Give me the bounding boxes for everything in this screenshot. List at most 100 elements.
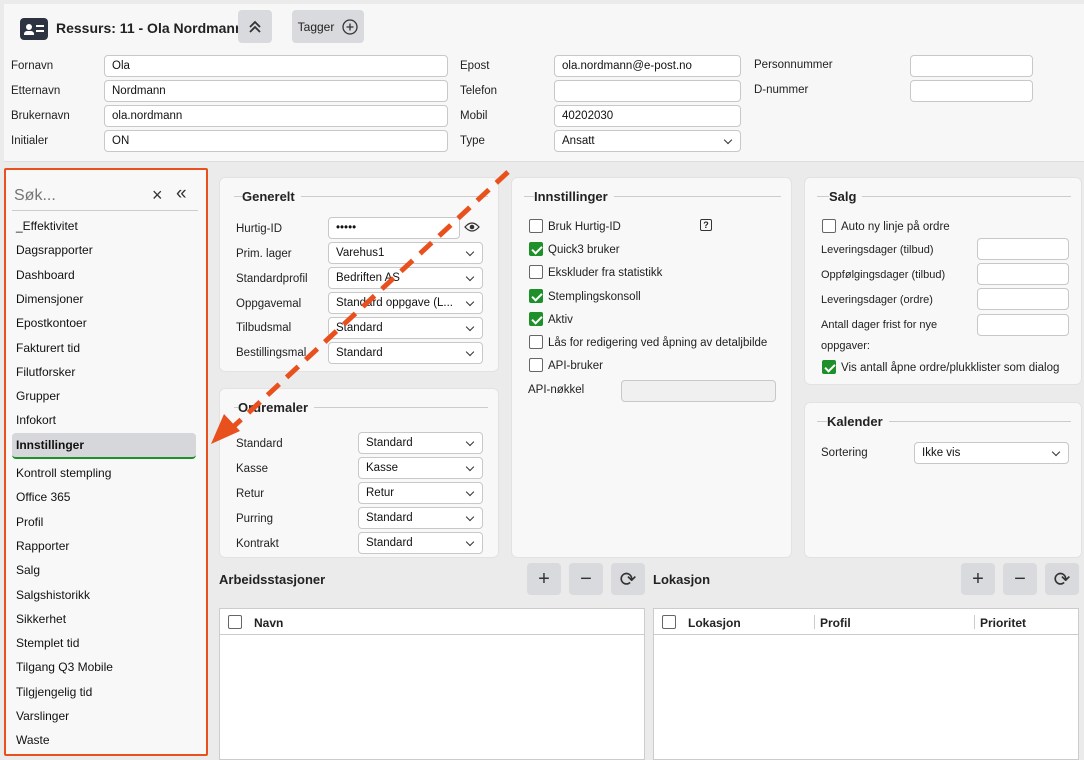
innstilling-checkbox[interactable] xyxy=(529,219,543,233)
sidebar-item-office-365[interactable]: Office 365 xyxy=(16,490,70,504)
add-arbeidsstasjon-button[interactable]: + xyxy=(527,563,561,595)
lokasjon-title: Lokasjon xyxy=(653,572,711,587)
etternavn-input[interactable]: Nordmann xyxy=(104,80,448,102)
standardprofil-select[interactable]: Bedriften AS xyxy=(328,267,483,289)
sidebar-search-input[interactable] xyxy=(14,184,144,208)
column-lokasjon[interactable]: Lokasjon xyxy=(688,616,741,630)
refresh-arbeidsstasjoner-button[interactable]: ⟳ xyxy=(611,563,645,595)
ordremal-label: Kasse xyxy=(236,463,268,475)
brukernavn-label: Brukernavn xyxy=(11,110,70,122)
brukernavn-input[interactable]: ola.nordmann xyxy=(104,105,448,127)
dnummer-input[interactable] xyxy=(910,80,1033,102)
sortering-label: Sortering xyxy=(821,447,868,459)
ordremal-select[interactable]: Retur xyxy=(358,482,483,504)
vis-antall-checkbox[interactable] xyxy=(822,360,836,374)
add-lokasjon-button[interactable]: + xyxy=(961,563,995,595)
column-navn[interactable]: Navn xyxy=(254,616,283,630)
api-nokkel-input[interactable] xyxy=(621,380,776,402)
frist-label-2: oppgaver: xyxy=(821,340,870,352)
sidebar-item-sikkerhet[interactable]: Sikkerhet xyxy=(16,612,66,626)
innstilling-checkbox[interactable] xyxy=(529,288,543,303)
lev-tilbud-label: Leveringsdager (tilbud) xyxy=(821,244,934,256)
ordremal-label: Standard xyxy=(236,438,283,450)
refresh-lokasjon-button[interactable]: ⟳ xyxy=(1045,563,1079,595)
sidebar-item-waste[interactable]: Waste xyxy=(16,733,50,747)
sidebar-item-epostkontoer[interactable]: Epostkontoer xyxy=(16,316,87,330)
innstilling-checkbox[interactable] xyxy=(529,242,543,257)
mobil-input[interactable]: 40202030 xyxy=(554,105,741,127)
ordremaler-panel: Ordremaler Standard Standard Kasse Kasse Ret… xyxy=(219,388,499,558)
sidebar-item-effektivitet[interactable]: _Effektivitet xyxy=(16,219,78,233)
prim-lager-label: Prim. lager xyxy=(236,248,292,260)
opp-tilbud-input[interactable] xyxy=(977,263,1069,285)
help-icon[interactable]: ? xyxy=(700,219,712,231)
sidebar-item-infokort[interactable]: Infokort xyxy=(16,413,56,427)
sidebar-item-stemplet-tid[interactable]: Stemplet tid xyxy=(16,636,79,650)
fornavn-input[interactable]: Ola xyxy=(104,55,448,77)
salg-panel: Salg Auto ny linje på ordre Leveringsdag… xyxy=(804,177,1082,385)
remove-arbeidsstasjon-button[interactable]: − xyxy=(569,563,603,595)
prim-lager-select[interactable]: Varehus1 xyxy=(328,242,483,264)
ordremal-select[interactable]: Kasse xyxy=(358,457,483,479)
tagger-label: Tagger xyxy=(297,19,335,34)
sidebar-item-innstillinger[interactable]: Innstillinger xyxy=(12,432,196,459)
remove-lokasjon-button[interactable]: − xyxy=(1003,563,1037,595)
page-title-group: Ressurs: 11 - Ola Nordmann xyxy=(20,16,244,40)
sidebar-item-varslinger[interactable]: Varslinger xyxy=(16,709,69,723)
ordremal-select[interactable]: Standard xyxy=(358,507,483,529)
sidebar-item-tilgjengelig-tid[interactable]: Tilgjengelig tid xyxy=(16,685,92,699)
sidebar-item-salg[interactable]: Salg xyxy=(16,563,40,577)
ordremaler-title: Ordremaler xyxy=(238,400,315,415)
type-select[interactable]: Ansatt xyxy=(554,130,741,152)
innstilling-checkbox[interactable] xyxy=(529,335,543,349)
sidebar-item-kontroll-stempling[interactable]: Kontroll stempling xyxy=(16,466,111,480)
select-all-checkbox[interactable] xyxy=(662,615,676,629)
sidebar-item-salgshistorikk[interactable]: Salgshistorikk xyxy=(16,588,90,602)
hurtig-id-label: Hurtig-ID xyxy=(236,223,283,235)
chevron-double-up-icon xyxy=(249,20,261,33)
tilbudsmal-select[interactable]: Standard xyxy=(328,317,483,339)
innstilling-checkbox[interactable] xyxy=(529,358,543,373)
generelt-panel: Generelt Hurtig-ID ••••• Prim. lager Var… xyxy=(219,177,499,372)
arbeidsstasjoner-table: Navn xyxy=(219,608,645,760)
sidebar-item-tilgang-q3-mobile[interactable]: Tilgang Q3 Mobile xyxy=(16,660,113,674)
bestillingsmal-select[interactable]: Standard xyxy=(328,342,483,364)
page-title: Ressurs: 11 - Ola Nordmann xyxy=(56,20,244,36)
column-prioritet[interactable]: Prioritet xyxy=(980,616,1026,630)
personnummer-input[interactable] xyxy=(910,55,1033,77)
clear-search-icon[interactable]: × xyxy=(152,185,163,206)
sidebar-item-filutforsker[interactable]: Filutforsker xyxy=(16,365,75,379)
sidebar-item-profil[interactable]: Profil xyxy=(16,515,43,529)
tagger-button[interactable]: Tagger xyxy=(292,10,364,43)
auto-ny-linje-checkbox[interactable] xyxy=(822,219,836,233)
sortering-select[interactable]: Ikke vis xyxy=(914,442,1069,464)
epost-input[interactable]: ola.nordmann@e-post.no xyxy=(554,55,741,77)
innstilling-label: Aktiv xyxy=(548,313,573,326)
ordremal-select[interactable]: Standard xyxy=(358,532,483,554)
sidebar-item-grupper[interactable]: Grupper xyxy=(16,389,60,403)
hurtig-id-input[interactable]: ••••• xyxy=(328,217,460,239)
lev-ordre-input[interactable] xyxy=(977,288,1069,310)
innstilling-label: Lås for redigering ved åpning av detaljb… xyxy=(548,337,768,349)
collapse-header-button[interactable] xyxy=(238,10,272,43)
innstilling-checkbox[interactable] xyxy=(529,265,543,280)
sidebar-item-fakturert-tid[interactable]: Fakturert tid xyxy=(16,341,80,355)
oppgavemal-select[interactable]: Standard oppgave (L... xyxy=(328,292,483,314)
sidebar-item-dagsrapporter[interactable]: Dagsrapporter xyxy=(16,243,93,257)
innstilling-checkbox[interactable] xyxy=(529,311,543,326)
initialer-input[interactable]: ON xyxy=(104,130,448,152)
telefon-input[interactable] xyxy=(554,80,741,102)
sidebar-item-dashboard[interactable]: Dashboard xyxy=(16,268,75,282)
ordremal-label: Retur xyxy=(236,488,265,500)
collapse-sidebar-icon[interactable]: « xyxy=(176,183,187,205)
sidebar-item-rapporter[interactable]: Rapporter xyxy=(16,539,69,553)
sidebar-item-dimensjoner[interactable]: Dimensjoner xyxy=(16,292,83,306)
frist-input[interactable] xyxy=(977,314,1069,336)
resource-header: Ressurs: 11 - Ola Nordmann Tagger Fornav… xyxy=(4,4,1084,162)
type-label: Type xyxy=(460,135,485,147)
column-profil[interactable]: Profil xyxy=(820,616,851,630)
eye-icon[interactable] xyxy=(464,221,480,233)
ordremal-select[interactable]: Standard xyxy=(358,432,483,454)
lev-tilbud-input[interactable] xyxy=(977,238,1069,260)
select-all-checkbox[interactable] xyxy=(228,615,242,629)
